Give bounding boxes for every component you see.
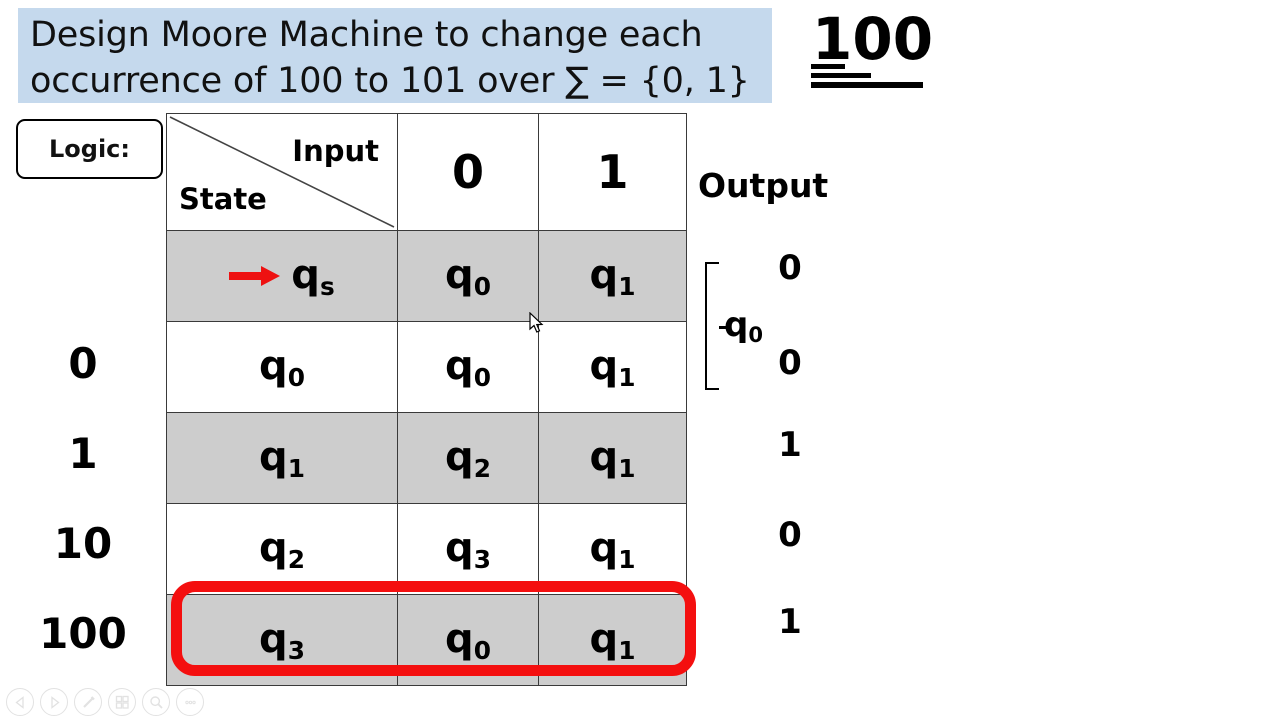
annotation-underline-3 [811, 82, 923, 88]
title-line-1: Design Moore Machine to change each [30, 15, 703, 55]
start-state-arrow-icon [229, 265, 281, 287]
row-label-0 [8, 228, 158, 318]
transition-on-1: q1 [538, 321, 687, 413]
header-input-1: 1 [538, 113, 687, 231]
logic-label: Logic: [48, 135, 130, 163]
output-value-row-4: 0 [778, 515, 802, 555]
more-options-button[interactable] [176, 688, 204, 716]
title-line-2: occurrence of 100 to 101 over ∑ = {0, 1} [30, 61, 750, 101]
transition-on-0: q0 [397, 230, 539, 322]
ellipsis-icon [184, 700, 196, 704]
presentation-slide: Design Moore Machine to change each occu… [0, 0, 1280, 720]
state-transition-table: Input State 0 1 qs q0 q1 q0 q0 q1 q1 q2 … [166, 113, 687, 686]
header-input-1-label: 1 [596, 145, 629, 199]
output-value-row-5: 1 [778, 602, 802, 642]
state-cell: qs [166, 230, 398, 322]
table-row: q1 q2 q1 [166, 412, 687, 504]
transition-on-0: q2 [397, 412, 539, 504]
output-group-label: q0 [724, 305, 764, 347]
row-label-1: 0 [68, 338, 98, 388]
state-name: qs [291, 251, 335, 301]
transition-on-1: q1 [538, 230, 687, 322]
table-row: qs q0 q1 [166, 230, 687, 322]
transition-on-1: q1 [538, 412, 687, 504]
output-value-row-3: 1 [778, 425, 802, 465]
transition-on-0: q0 [397, 321, 539, 413]
triangle-right-icon [50, 695, 60, 709]
transition-on-0: q0 [397, 594, 539, 686]
all-slides-button[interactable] [108, 688, 136, 716]
transition-on-0: q3 [397, 503, 539, 595]
state-cell: q0 [166, 321, 398, 413]
annotation-underline-2 [811, 73, 871, 78]
transition-on-1: q1 [538, 594, 687, 686]
header-input-0-label: 0 [451, 145, 484, 199]
row-label-4: 100 [39, 608, 127, 658]
state-cell: q1 [166, 412, 398, 504]
zoom-button[interactable] [142, 688, 170, 716]
header-corner-cell: Input State [166, 113, 398, 231]
magnifier-icon [149, 695, 163, 709]
table-header-row: Input State 0 1 [166, 113, 687, 231]
pen-icon [82, 695, 95, 708]
output-value-row-2: 0 [778, 343, 802, 383]
header-input-0: 0 [397, 113, 539, 231]
table-row: q0 q0 q1 [166, 321, 687, 413]
presentation-toolbar[interactable] [6, 688, 204, 716]
state-cell: q3 [166, 594, 398, 686]
title-banner: Design Moore Machine to change each occu… [18, 8, 772, 103]
arrow-right-icon [229, 266, 281, 286]
header-state-label: State [179, 182, 267, 216]
transition-on-1: q1 [538, 503, 687, 595]
mouse-cursor [529, 312, 544, 333]
table-row: q3 q0 q1 [166, 594, 687, 686]
row-label-2: 1 [68, 428, 98, 478]
triangle-left-icon [14, 695, 24, 709]
logic-callout-box: Logic: [16, 119, 163, 179]
table-row: q2 q3 q1 [166, 503, 687, 595]
input-string-annotation: 100 [810, 10, 960, 88]
grid-slides-icon [115, 695, 129, 709]
pen-tool-button[interactable] [74, 688, 102, 716]
output-value-row-1: 0 [778, 248, 802, 288]
annotation-value: 100 [812, 5, 934, 73]
header-input-label: Input [292, 134, 379, 168]
output-group-bracket [705, 262, 728, 390]
output-column-title: Output [698, 166, 829, 205]
row-label-3: 10 [53, 518, 113, 568]
row-label-column: 0 1 10 100 [8, 228, 158, 678]
next-slide-button[interactable] [40, 688, 68, 716]
previous-slide-button[interactable] [6, 688, 34, 716]
state-cell: q2 [166, 503, 398, 595]
